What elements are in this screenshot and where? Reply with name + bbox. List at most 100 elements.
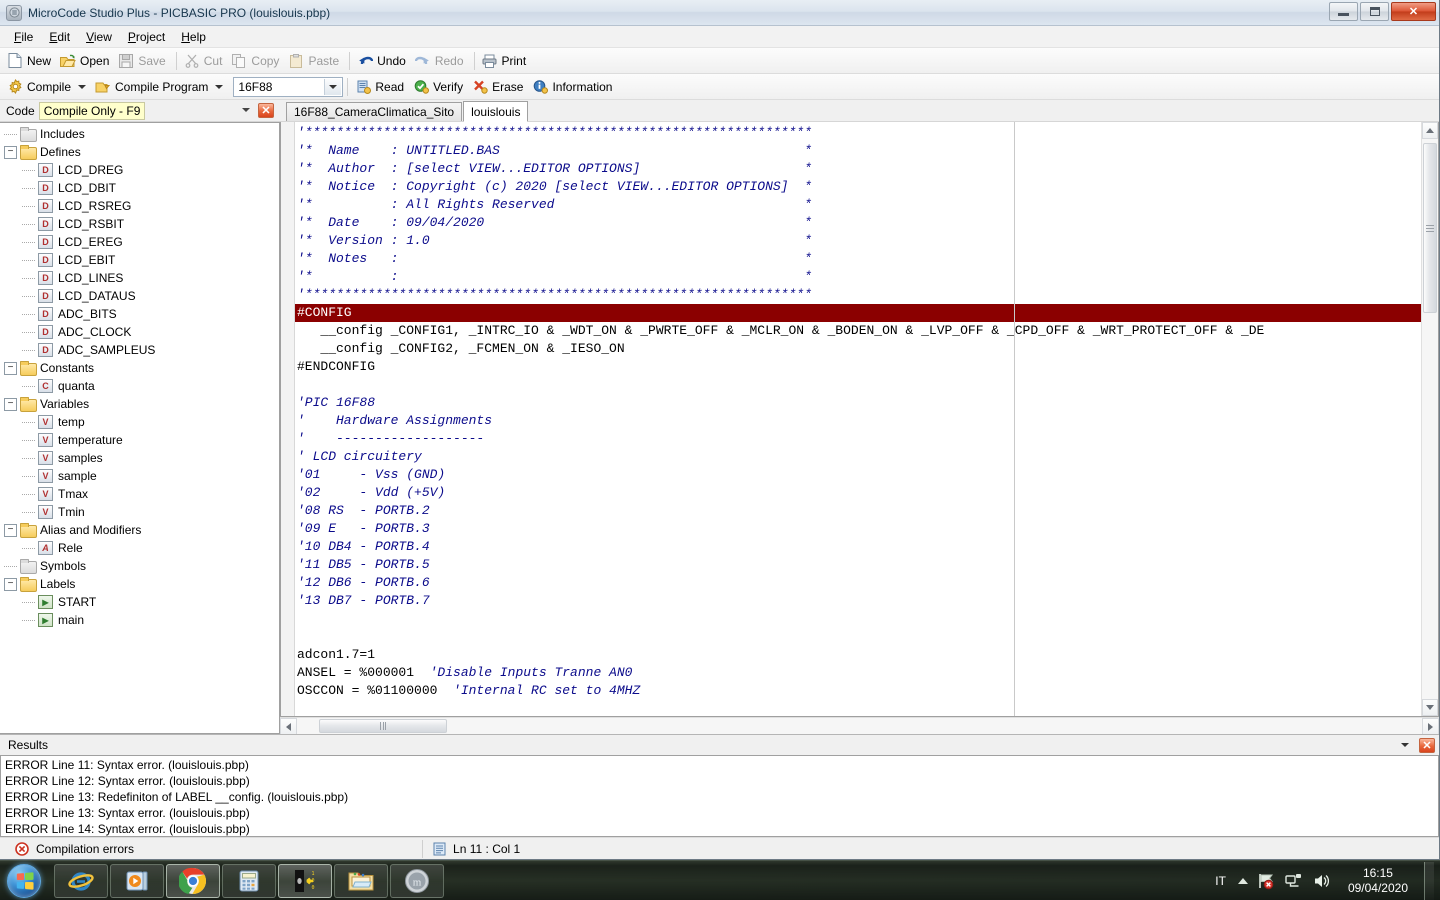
- code-text[interactable]: '***************************************…: [295, 122, 1421, 716]
- scroll-down-button[interactable]: [1422, 699, 1438, 716]
- erase-button[interactable]: Erase: [469, 76, 529, 98]
- tree-item-adc-sampleus[interactable]: DADC_SAMPLEUS: [4, 341, 279, 359]
- show-desktop-button[interactable]: [1424, 862, 1434, 900]
- undo-button[interactable]: Undo: [354, 50, 412, 72]
- tree-item-lcd-dreg[interactable]: DLCD_DREG: [4, 161, 279, 179]
- menu-project[interactable]: Project: [120, 28, 173, 46]
- tree-item-lcd-rsreg[interactable]: DLCD_RSREG: [4, 197, 279, 215]
- save-button[interactable]: Save: [115, 50, 171, 72]
- volume-speaker-icon[interactable]: [1312, 871, 1332, 891]
- tree-item-variables[interactable]: −Variables: [4, 395, 279, 413]
- taskbar-item-microcode-studio[interactable]: 100: [278, 864, 332, 898]
- tree-item-symbols[interactable]: Symbols: [4, 557, 279, 575]
- network-icon[interactable]: [1284, 871, 1304, 891]
- cut-button[interactable]: Cut: [181, 50, 229, 72]
- menu-file[interactable]: File: [6, 28, 41, 46]
- compile-mode-value[interactable]: Compile Only - F9: [39, 102, 146, 120]
- tab-louislouis[interactable]: louislouis: [463, 101, 528, 122]
- tree-item-defines[interactable]: −Defines: [4, 143, 279, 161]
- result-error-row[interactable]: ERROR Line 14: Syntax error. (louislouis…: [5, 821, 1438, 837]
- clock[interactable]: 16:15 09/04/2020: [1340, 866, 1416, 896]
- tree-item-tmax[interactable]: VTmax: [4, 485, 279, 503]
- menu-view[interactable]: View: [78, 28, 120, 46]
- horizontal-scroll-track[interactable]: [297, 718, 1422, 734]
- compile-button[interactable]: Compile: [4, 76, 92, 98]
- tree-item-temperature[interactable]: Vtemperature: [4, 431, 279, 449]
- scroll-left-button[interactable]: [280, 718, 297, 735]
- start-button[interactable]: [0, 862, 48, 900]
- tree-item-quanta[interactable]: Cquanta: [4, 377, 279, 395]
- taskbar-item-mozilla-app[interactable]: m: [390, 864, 444, 898]
- compile-dropdown-arrow[interactable]: [78, 85, 86, 89]
- device-select[interactable]: 16F88: [233, 77, 343, 97]
- tree-item-temp[interactable]: Vtemp: [4, 413, 279, 431]
- scroll-up-button[interactable]: [1422, 122, 1438, 139]
- maximize-button[interactable]: [1360, 2, 1389, 21]
- editor-vertical-scrollbar[interactable]: [1421, 122, 1438, 716]
- information-button[interactable]: Information: [529, 76, 618, 98]
- open-button[interactable]: Open: [57, 50, 115, 72]
- tree-item-labels[interactable]: −Labels: [4, 575, 279, 593]
- tree-item-adc-bits[interactable]: DADC_BITS: [4, 305, 279, 323]
- taskbar-item-internet-explorer[interactable]: [54, 864, 108, 898]
- code-dock-chevron-icon[interactable]: [242, 108, 250, 112]
- tree-collapse-toggle[interactable]: −: [4, 578, 17, 591]
- tree-item-sample[interactable]: Vsample: [4, 467, 279, 485]
- action-center-flag-icon[interactable]: [1256, 871, 1276, 891]
- tree-item-tmin[interactable]: VTmin: [4, 503, 279, 521]
- result-error-row[interactable]: ERROR Line 13: Redefiniton of LABEL __co…: [5, 789, 1438, 805]
- tree-item-samples[interactable]: Vsamples: [4, 449, 279, 467]
- print-button[interactable]: Print: [479, 50, 533, 72]
- taskbar-item-google-chrome[interactable]: [166, 864, 220, 898]
- tree-collapse-toggle[interactable]: −: [4, 146, 17, 159]
- code-dock-close-button[interactable]: ✕: [258, 103, 274, 118]
- new-button[interactable]: New: [4, 50, 57, 72]
- taskbar-item-file-explorer[interactable]: [334, 864, 388, 898]
- tree-item-lcd-rsbit[interactable]: DLCD_RSBIT: [4, 215, 279, 233]
- language-indicator[interactable]: IT: [1211, 874, 1230, 888]
- result-error-row[interactable]: ERROR Line 13: Syntax error. (louislouis…: [5, 805, 1438, 821]
- tree-item-lcd-ebit[interactable]: DLCD_EBIT: [4, 251, 279, 269]
- read-button[interactable]: Read: [352, 76, 410, 98]
- redo-button[interactable]: Redo: [412, 50, 470, 72]
- compile-program-button[interactable]: Compile Program: [92, 76, 229, 98]
- close-button[interactable]: ✕: [1391, 2, 1436, 21]
- tree-item-rele[interactable]: ARele: [4, 539, 279, 557]
- tree-item-lcd-dbit[interactable]: DLCD_DBIT: [4, 179, 279, 197]
- menu-edit[interactable]: Edit: [41, 28, 78, 46]
- tree-collapse-toggle[interactable]: −: [4, 524, 17, 537]
- tab-16f88-cameraclimatica-sito[interactable]: 16F88_CameraClimatica_Sito: [286, 102, 462, 121]
- result-error-row[interactable]: ERROR Line 12: Syntax error. (louislouis…: [5, 773, 1438, 789]
- tree-item-alias-and-modifiers[interactable]: −Alias and Modifiers: [4, 521, 279, 539]
- tree-item-lcd-lines[interactable]: DLCD_LINES: [4, 269, 279, 287]
- minimize-button[interactable]: [1329, 2, 1358, 21]
- result-error-row[interactable]: ERROR Line 11: Syntax error. (louislouis…: [5, 757, 1438, 773]
- chevron-down-icon[interactable]: [324, 79, 341, 95]
- code-area[interactable]: '***************************************…: [295, 122, 1421, 716]
- scroll-right-button[interactable]: [1422, 718, 1439, 735]
- results-list[interactable]: ERROR Line 11: Syntax error. (louislouis…: [0, 755, 1439, 837]
- menu-help[interactable]: Help: [173, 28, 214, 46]
- tree-item-includes[interactable]: Includes: [4, 125, 279, 143]
- show-hidden-icons-arrow[interactable]: [1238, 878, 1248, 884]
- editor-horizontal-scrollbar[interactable]: [280, 717, 1439, 734]
- tree-item-adc-clock[interactable]: DADC_CLOCK: [4, 323, 279, 341]
- paste-button[interactable]: Paste: [285, 50, 345, 72]
- tree-item-constants[interactable]: −Constants: [4, 359, 279, 377]
- tree-item-main[interactable]: ▶main: [4, 611, 279, 629]
- copy-button[interactable]: Copy: [228, 50, 285, 72]
- vertical-scroll-track[interactable]: [1422, 139, 1438, 699]
- verify-button[interactable]: Verify: [410, 76, 469, 98]
- taskbar-item-media-player[interactable]: [110, 864, 164, 898]
- tree-collapse-toggle[interactable]: −: [4, 398, 17, 411]
- horizontal-scroll-thumb[interactable]: [319, 719, 447, 733]
- compile-program-dropdown-arrow[interactable]: [215, 85, 223, 89]
- results-chevron-icon[interactable]: [1401, 743, 1409, 747]
- tree-item-lcd-dataus[interactable]: DLCD_DATAUS: [4, 287, 279, 305]
- taskbar-item-calculator[interactable]: [222, 864, 276, 898]
- vertical-scroll-thumb[interactable]: [1423, 143, 1437, 313]
- results-close-button[interactable]: ✕: [1419, 738, 1435, 753]
- tree-item-lcd-ereg[interactable]: DLCD_EREG: [4, 233, 279, 251]
- tree-collapse-toggle[interactable]: −: [4, 362, 17, 375]
- tree-item-start[interactable]: ▶START: [4, 593, 279, 611]
